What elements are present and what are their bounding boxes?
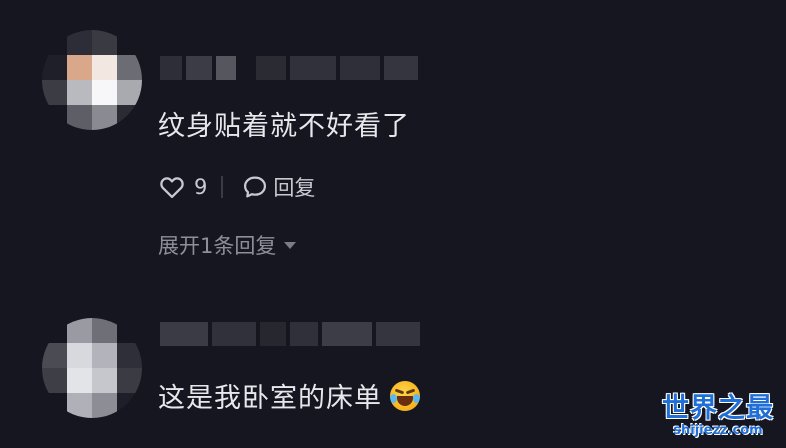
comment-text: 纹身贴着就不好看了 — [158, 111, 410, 142]
comment-actions: 9 回复 — [158, 172, 315, 202]
heart-icon[interactable] — [158, 173, 186, 201]
divider — [221, 176, 224, 198]
laughing-emoji-icon — [390, 381, 420, 411]
chevron-down-icon — [284, 241, 297, 249]
like-count: 9 — [194, 175, 208, 199]
expand-replies-label: 展开1条回复 — [158, 234, 277, 258]
comment-item: 纹身贴着就不好看了 9 回复 展开1条回复 — [0, 0, 786, 300]
username-blurred[interactable] — [160, 56, 418, 80]
expand-replies-button[interactable]: 展开1条回复 — [158, 230, 297, 260]
reply-button[interactable]: 回复 — [273, 172, 315, 202]
comment-text: 这是我卧室的床单 — [158, 376, 420, 415]
username-blurred[interactable] — [160, 322, 420, 346]
watermark: 世界之最 shijiezz.com — [662, 386, 774, 438]
avatar[interactable] — [42, 318, 142, 418]
comment-text-content: 这是我卧室的床单 — [158, 383, 382, 414]
reply-bubble-icon[interactable] — [241, 173, 269, 201]
watermark-url: shijiezz.com — [673, 423, 763, 438]
watermark-title: 世界之最 — [662, 393, 774, 424]
avatar[interactable] — [42, 30, 142, 130]
